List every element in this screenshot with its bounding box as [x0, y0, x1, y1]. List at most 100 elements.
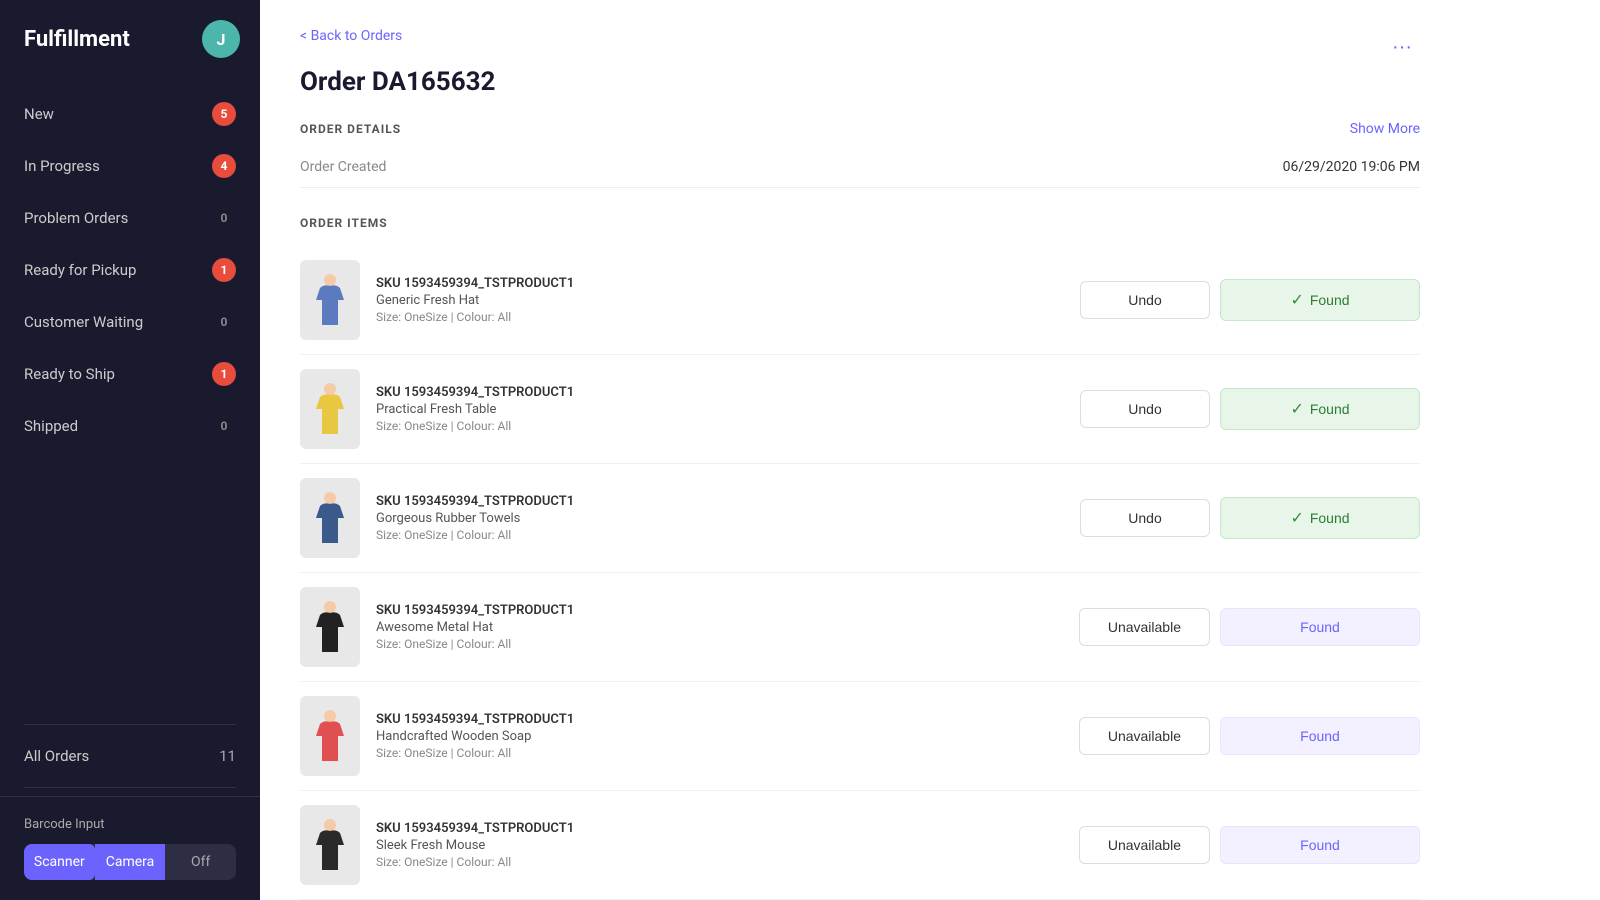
- scanner-toggle[interactable]: Scanner: [24, 844, 95, 880]
- item-sku: SKU 1593459394_TSTPRODUCT1: [376, 276, 1064, 291]
- back-link[interactable]: < Back to Orders: [300, 28, 402, 44]
- sidebar-item-all-orders[interactable]: All Orders 11: [0, 733, 260, 779]
- item-info: SKU 1593459394_TSTPRODUCT1 Gorgeous Rubbe…: [376, 494, 1064, 542]
- order-items-label: ORDER ITEMS: [300, 216, 1420, 230]
- order-created-value: 06/29/2020 19:06 PM: [1283, 159, 1420, 175]
- item-image: [300, 587, 360, 667]
- item-attrs: Size: OneSize | Colour: All: [376, 637, 1063, 651]
- order-details-label: ORDER DETAILS: [300, 122, 401, 136]
- sidebar-header: Fulfillment J: [0, 0, 260, 78]
- nav-item-label: Shipped: [24, 417, 78, 435]
- off-toggle[interactable]: Off: [165, 844, 236, 880]
- undo-button[interactable]: Undo: [1080, 390, 1210, 428]
- order-item-row: SKU 1593459394_TSTPRODUCT1 Sleek Fresh Mo…: [300, 791, 1420, 900]
- item-attrs: Size: OneSize | Colour: All: [376, 746, 1063, 760]
- top-bar: < Back to Orders ···: [300, 28, 1420, 67]
- camera-toggle[interactable]: Camera: [95, 844, 166, 880]
- item-image: [300, 696, 360, 776]
- nav-item-badge: 1: [212, 258, 236, 282]
- app-title: Fulfillment: [24, 27, 130, 52]
- all-orders-label: All Orders: [24, 747, 89, 765]
- check-icon: ✓: [1290, 290, 1303, 310]
- nav-item-badge: 0: [212, 310, 236, 334]
- barcode-toggle: Scanner Camera Off: [24, 844, 236, 880]
- unavailable-button[interactable]: Unavailable: [1079, 608, 1210, 646]
- check-icon: ✓: [1290, 508, 1303, 528]
- order-created-row: Order Created 06/29/2020 19:06 PM: [300, 147, 1420, 188]
- nav-item-label: In Progress: [24, 157, 100, 175]
- undo-button[interactable]: Undo: [1080, 281, 1210, 319]
- item-sku: SKU 1593459394_TSTPRODUCT1: [376, 385, 1064, 400]
- nav-item-badge: 5: [212, 102, 236, 126]
- item-actions: Unavailable Found: [1079, 608, 1420, 646]
- order-items-list: SKU 1593459394_TSTPRODUCT1 Generic Fresh …: [300, 246, 1420, 900]
- item-sku: SKU 1593459394_TSTPRODUCT1: [376, 603, 1063, 618]
- nav-item-badge: 1: [212, 362, 236, 386]
- avatar[interactable]: J: [202, 20, 240, 58]
- sidebar: Fulfillment J New5 In Progress 4 Problem Or…: [0, 0, 260, 900]
- sidebar-item-ready-for-pickup[interactable]: Ready for Pickup 1: [0, 244, 260, 296]
- order-details-header: ORDER DETAILS Show More: [300, 121, 1420, 137]
- item-sku: SKU 1593459394_TSTPRODUCT1: [376, 821, 1063, 836]
- item-info: SKU 1593459394_TSTPRODUCT1Practical Fres…: [376, 385, 1064, 433]
- item-image: [300, 369, 360, 449]
- order-title: Order DA165632: [300, 67, 1420, 97]
- unavailable-button[interactable]: Unavailable: [1079, 826, 1210, 864]
- item-info: SKU 1593459394_TSTPRODUCT1 Handcrafted Wo…: [376, 712, 1063, 760]
- item-actions: Unavailable Found: [1079, 717, 1420, 755]
- sidebar-nav: New5 In Progress 4 Problem Orders 0 Ready for…: [0, 78, 260, 716]
- sidebar-item-customer-waiting[interactable]: Customer Waiting 0: [0, 296, 260, 348]
- nav-item-badge: 4: [212, 154, 236, 178]
- undo-button[interactable]: Undo: [1080, 499, 1210, 537]
- check-icon: ✓: [1290, 399, 1303, 419]
- nav-item-badge: 0: [212, 414, 236, 438]
- nav-item-label: Ready for Pickup: [24, 261, 136, 279]
- item-image: [300, 260, 360, 340]
- sidebar-item-problem-orders[interactable]: Problem Orders 0: [0, 192, 260, 244]
- item-name: Generic Fresh Hat: [376, 293, 1064, 308]
- item-actions: Unavailable Found: [1079, 826, 1420, 864]
- item-info: SKU 1593459394_TSTPRODUCT1 Awesome Metal …: [376, 603, 1063, 651]
- item-info: SKU 1593459394_TSTPRODUCT1 Generic Fresh …: [376, 276, 1064, 324]
- sidebar-item-shipped[interactable]: Shipped 0: [0, 400, 260, 452]
- item-attrs: Size: OneSize | Colour: All: [376, 855, 1063, 869]
- item-name: Sleek Fresh Mouse: [376, 838, 1063, 853]
- found-inactive-button[interactable]: Found: [1220, 826, 1420, 864]
- more-button[interactable]: ···: [1384, 28, 1420, 67]
- order-item-row: SKU 1593459394_TSTPRODUCT1 Gorgeous Rubbe…: [300, 464, 1420, 573]
- sidebar-item-ready-to-ship[interactable]: Ready to Ship1: [0, 348, 260, 400]
- order-item-row: SKU 1593459394_TSTPRODUCT1 Generic Fresh …: [300, 246, 1420, 355]
- nav-item-label: Problem Orders: [24, 209, 128, 227]
- item-actions: Undo ✓ Found: [1080, 388, 1420, 430]
- nav-item-badge: 0: [212, 206, 236, 230]
- item-image: [300, 805, 360, 885]
- order-item-row: SKU 1593459394_TSTPRODUCT1 Handcrafted Wo…: [300, 682, 1420, 791]
- item-name: Awesome Metal Hat: [376, 620, 1063, 635]
- found-button[interactable]: ✓ Found: [1220, 279, 1420, 321]
- found-inactive-button[interactable]: Found: [1220, 608, 1420, 646]
- item-image: [300, 478, 360, 558]
- item-attrs: Size: OneSize | Colour: All: [376, 419, 1064, 433]
- order-item-row: SKU 1593459394_TSTPRODUCT1 Awesome Metal …: [300, 573, 1420, 682]
- found-button[interactable]: ✓ Found: [1220, 388, 1420, 430]
- sidebar-item-new[interactable]: New5: [0, 88, 260, 140]
- item-actions: Undo ✓ Found: [1080, 279, 1420, 321]
- item-name: Gorgeous Rubber Towels: [376, 511, 1064, 526]
- item-attrs: Size: OneSize | Colour: All: [376, 310, 1064, 324]
- sidebar-bottom: Barcode Input Scanner Camera Off: [0, 796, 260, 900]
- order-created-label: Order Created: [300, 159, 386, 175]
- unavailable-button[interactable]: Unavailable: [1079, 717, 1210, 755]
- order-item-row: SKU 1593459394_TSTPRODUCT1Practical Fres…: [300, 355, 1420, 464]
- all-orders-count: 11: [219, 747, 236, 765]
- show-more-button[interactable]: Show More: [1350, 121, 1420, 137]
- item-sku: SKU 1593459394_TSTPRODUCT1: [376, 712, 1063, 727]
- found-button[interactable]: ✓ Found: [1220, 497, 1420, 539]
- found-inactive-button[interactable]: Found: [1220, 717, 1420, 755]
- nav-item-label: Customer Waiting: [24, 313, 143, 331]
- item-sku: SKU 1593459394_TSTPRODUCT1: [376, 494, 1064, 509]
- barcode-input-label: Barcode Input: [24, 817, 236, 832]
- item-info: SKU 1593459394_TSTPRODUCT1 Sleek Fresh Mo…: [376, 821, 1063, 869]
- item-name: Handcrafted Wooden Soap: [376, 729, 1063, 744]
- sidebar-item-in-progress[interactable]: In Progress 4: [0, 140, 260, 192]
- item-attrs: Size: OneSize | Colour: All: [376, 528, 1064, 542]
